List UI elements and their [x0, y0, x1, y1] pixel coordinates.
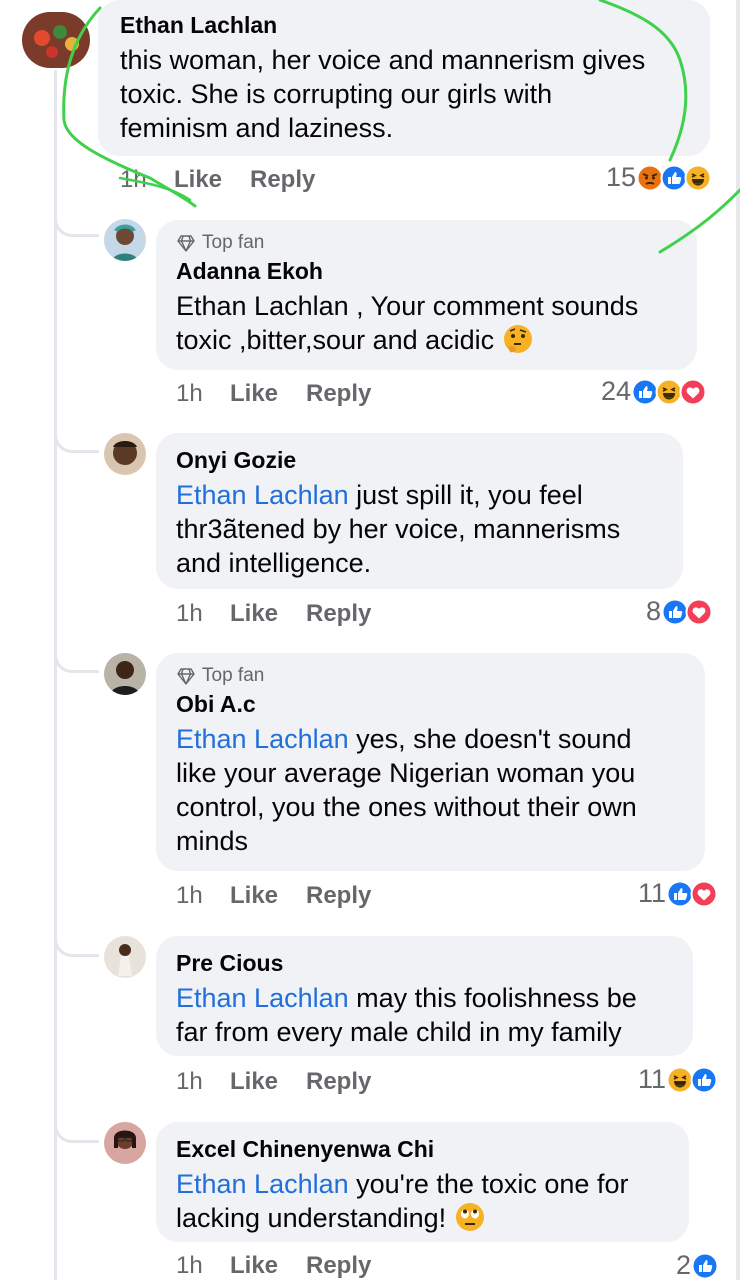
diamond-icon [176, 233, 196, 253]
reply-button[interactable]: Reply [250, 166, 315, 194]
reply-button[interactable]: Reply [306, 600, 371, 628]
top-fan-badge: Top fan [176, 232, 677, 254]
mention-link[interactable]: Ethan Lachlan [176, 1169, 349, 1199]
reaction-summary[interactable]: 11 [638, 878, 718, 909]
reply-connector [54, 212, 99, 237]
haha-icon [684, 164, 712, 192]
avatar[interactable] [104, 433, 146, 475]
reaction-count: 11 [638, 1064, 667, 1094]
reaction-summary[interactable]: 8 [646, 596, 713, 627]
comment-author[interactable]: Excel Chinenyenwa Chi [176, 1136, 669, 1163]
like-button[interactable]: Like [230, 1068, 306, 1096]
comment-text: Ethan Lachlan , Your comment sounds toxi… [176, 291, 639, 355]
comment-time[interactable]: 1h [176, 1068, 230, 1096]
comment-bubble: Onyi Gozie Ethan Lachlan just spill it, … [156, 433, 683, 589]
reply-button[interactable]: Reply [306, 380, 371, 408]
comment-author[interactable]: Adanna Ekoh [176, 258, 677, 285]
comment-author[interactable]: Onyi Gozie [176, 447, 663, 474]
thinking-face-icon [503, 325, 532, 353]
comment-bubble: Pre Cious Ethan Lachlan may this foolish… [156, 936, 693, 1056]
mention-link[interactable]: Ethan Lachlan [176, 983, 349, 1013]
comment-text: Ethan Lachlan you're the toxic one for l… [176, 1169, 629, 1233]
comment-text: Ethan Lachlan may this foolishness be fa… [176, 983, 637, 1047]
comment-actions: 1h Like Reply [120, 166, 315, 194]
comment-bubble: Ethan Lachlan this woman, her voice and … [98, 0, 710, 156]
reaction-summary[interactable]: 15 [606, 162, 712, 193]
love-icon [679, 378, 707, 406]
comment-time[interactable]: 1h [176, 1252, 230, 1280]
mention-link[interactable]: Ethan Lachlan [176, 480, 349, 510]
thread-line [54, 70, 57, 1280]
top-fan-badge: Top fan [176, 665, 685, 687]
reaction-summary[interactable]: 11 [638, 1064, 718, 1095]
avatar[interactable] [104, 936, 146, 978]
like-button[interactable]: Like [230, 380, 306, 408]
reply-button[interactable]: Reply [306, 882, 371, 910]
diamond-icon [176, 666, 196, 686]
avatar[interactable] [104, 653, 146, 695]
mention-link[interactable]: Ethan Lachlan [176, 724, 349, 754]
comment-time[interactable]: 1h [176, 380, 230, 408]
love-icon [690, 880, 718, 908]
comment-author[interactable]: Pre Cious [176, 950, 673, 977]
avatar[interactable] [22, 12, 90, 68]
like-button[interactable]: Like [230, 882, 306, 910]
like-button[interactable]: Like [174, 166, 250, 194]
comment-actions: 1h Like Reply [176, 882, 371, 910]
like-button[interactable]: Like [230, 1252, 306, 1280]
reply-button[interactable]: Reply [306, 1068, 371, 1096]
comment-text: this woman, her voice and mannerism give… [120, 45, 646, 143]
like-button[interactable]: Like [230, 600, 306, 628]
comment-bubble: Top fan Adanna Ekoh Ethan Lachlan , Your… [156, 220, 697, 370]
reaction-summary[interactable]: 24 [601, 376, 707, 407]
comment-text: Ethan Lachlan yes, she doesn't sound lik… [176, 724, 637, 856]
comment-actions: 1h Like Reply [176, 380, 371, 408]
reply-connector [54, 932, 99, 957]
reply-connector [54, 428, 99, 453]
like-icon [690, 1066, 718, 1094]
comment-bubble: Excel Chinenyenwa Chi Ethan Lachlan you'… [156, 1122, 689, 1242]
reaction-count: 11 [638, 878, 667, 908]
reply-button[interactable]: Reply [306, 1252, 371, 1280]
avatar[interactable] [104, 219, 146, 261]
reaction-count: 8 [646, 596, 662, 626]
reply-connector [54, 648, 99, 673]
comment-author[interactable]: Obi A.c [176, 691, 685, 718]
comment-actions: 1h Like Reply [176, 1252, 371, 1280]
comment-actions: 1h Like Reply [176, 1068, 371, 1096]
avatar[interactable] [104, 1122, 146, 1164]
reaction-count: 15 [606, 162, 637, 192]
comment-text: Ethan Lachlan just spill it, you feel th… [176, 480, 621, 578]
love-icon [685, 598, 713, 626]
comment-actions: 1h Like Reply [176, 600, 371, 628]
comment-time[interactable]: 1h [176, 600, 230, 628]
comment-author[interactable]: Ethan Lachlan [120, 12, 688, 39]
reply-connector [54, 1118, 99, 1143]
eye-roll-face-icon [455, 1203, 484, 1231]
reaction-summary[interactable]: 2 [676, 1250, 719, 1281]
like-icon [691, 1252, 719, 1280]
reaction-count: 2 [676, 1250, 692, 1280]
right-edge [736, 0, 740, 1280]
comment-time[interactable]: 1h [176, 882, 230, 910]
comment-bubble: Top fan Obi A.c Ethan Lachlan yes, she d… [156, 653, 705, 871]
comment-time[interactable]: 1h [120, 166, 174, 194]
reaction-count: 24 [601, 376, 632, 406]
